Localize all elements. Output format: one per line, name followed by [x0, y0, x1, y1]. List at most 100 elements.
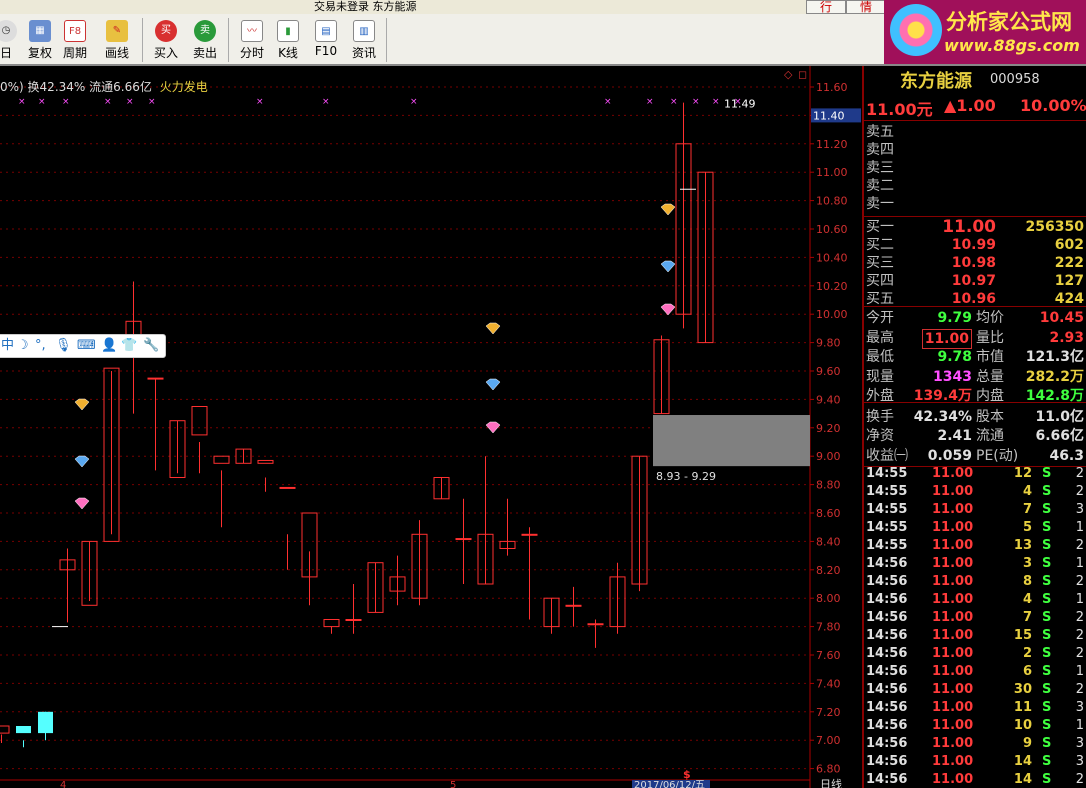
tick-price: 11.00 — [932, 520, 974, 535]
stat-row: 今开 9.79 均价 10.45 — [864, 309, 1086, 327]
tick-count: 3 — [1075, 502, 1084, 517]
logo-url: www.88gs.com — [944, 36, 1080, 55]
tick-side: S — [1042, 772, 1052, 787]
stat-value: 0.059 — [927, 447, 972, 464]
input-method-bar[interactable]: 中 ☽ °, 🎙 ⌨ 👤 👕 🔧 — [0, 334, 166, 358]
kline-button[interactable]: ▮ K线 — [268, 20, 308, 61]
tick-side: S — [1042, 466, 1052, 481]
tick-price: 11.00 — [932, 772, 974, 787]
tick-price: 11.00 — [932, 646, 974, 661]
price-axis-label: 10.20 — [816, 280, 848, 293]
tick-volume: 10 — [1013, 718, 1032, 733]
price-change: ▲1.00 — [944, 96, 996, 115]
rights-button[interactable]: ▦ 复权 — [20, 20, 60, 61]
tick-volume: 3 — [1022, 556, 1032, 571]
timeshare-button[interactable]: 〰分时 — [232, 20, 272, 61]
news-label: 资讯 — [351, 46, 376, 60]
tick-volume: 12 — [1013, 466, 1032, 481]
tick-row: 14:55 11.00 13 S 2 — [864, 537, 1086, 555]
cross-marker-icon: × — [734, 97, 742, 107]
stat-label: 净资 — [866, 428, 894, 444]
tick-price: 11.00 — [932, 592, 974, 607]
buy-button[interactable]: 买买入 — [146, 20, 186, 61]
sell-label: 卖出 — [192, 46, 217, 60]
f10-button[interactable]: ▤ F10 — [306, 20, 346, 58]
tick-time: 14:56 — [866, 592, 908, 607]
tick-row: 14:56 11.00 9 S 3 — [864, 735, 1086, 753]
tick-volume: 9 — [1022, 736, 1032, 751]
s-marker: $ — [683, 768, 691, 781]
day-label: 日 — [0, 46, 12, 60]
cross-marker-icon: × — [604, 97, 612, 107]
candlestick-icon: ▮ — [277, 20, 299, 42]
tick-row: 14:56 11.00 4 S 1 — [864, 591, 1086, 609]
tick-price: 11.00 — [932, 664, 974, 679]
tick-count: 2 — [1075, 610, 1084, 625]
line-chart-icon: 〰 — [241, 20, 263, 42]
tick-count: 2 — [1075, 682, 1084, 697]
kline-chart[interactable]: 11.60 11.40 11.20 11.00 10.80 10.60 10.40 10.20… — [0, 66, 862, 788]
draw-button[interactable]: ✎ 画线 — [97, 20, 137, 61]
bid-price: 10.99 — [951, 237, 996, 253]
time-mark: 4 — [60, 780, 66, 788]
indicator-turnover: 换42.34% — [27, 80, 86, 94]
price-axis-label: 7.20 — [816, 706, 841, 719]
tick-row: 14:55 11.00 7 S 3 — [864, 501, 1086, 519]
stat-label: 股本 — [976, 408, 1004, 425]
keyboard-icon[interactable]: ⌨ — [77, 335, 96, 357]
tick-side: S — [1042, 682, 1052, 697]
tick-price: 11.00 — [932, 538, 974, 553]
price-axis-label: 7.40 — [816, 677, 841, 690]
punctuation-icon[interactable]: °, — [35, 335, 46, 357]
tick-volume: 14 — [1013, 754, 1032, 769]
candle-up — [521, 533, 538, 536]
tick-count: 1 — [1075, 592, 1084, 607]
stat-value: 6.66亿 — [1035, 428, 1084, 444]
logo-title: 分析家公式网 — [946, 10, 1072, 34]
tick-side: S — [1042, 520, 1052, 535]
tick-side: S — [1042, 700, 1052, 715]
bid-level-label: 买二 — [866, 237, 894, 253]
tick-price: 11.00 — [932, 682, 974, 697]
cross-marker-icon: × — [148, 97, 156, 107]
last-price: 11.00元 — [866, 100, 933, 119]
range-label: 8.93 - 9.29 — [656, 470, 716, 483]
stat-label: 现量 — [866, 368, 894, 385]
tick-count: 3 — [1075, 736, 1084, 751]
window-title: 交易未登录 东方能源 — [314, 0, 417, 13]
chinese-mode-icon[interactable]: 中 — [1, 335, 14, 357]
tick-side: S — [1042, 592, 1052, 607]
bid-price: 11.00 — [942, 217, 996, 237]
period-button[interactable]: F8 周期 — [55, 20, 95, 61]
tab-hangqing-1[interactable]: 行 — [806, 0, 846, 14]
news-button[interactable]: ▥ 资讯 — [344, 20, 384, 61]
cross-marker-icon: × — [256, 97, 264, 107]
tab-hangqing-2[interactable]: 情 — [846, 0, 886, 14]
ask-level-label: 卖一 — [866, 196, 894, 212]
tick-row: 14:55 11.00 5 S 1 — [864, 519, 1086, 537]
microphone-icon[interactable]: 🎙 — [55, 335, 72, 357]
tick-volume: 14 — [1013, 772, 1032, 787]
moon-icon[interactable]: ☽ — [17, 335, 29, 357]
stat-label: 最低 — [866, 349, 894, 365]
bid-volume: 256350 — [1025, 219, 1084, 235]
tick-time: 14:55 — [866, 502, 908, 517]
sell-button[interactable]: 卖卖出 — [185, 20, 225, 61]
tick-side: S — [1042, 556, 1052, 571]
shirt-icon[interactable]: 👕 — [121, 335, 137, 357]
tick-count: 1 — [1075, 556, 1084, 571]
tick-side: S — [1042, 736, 1052, 751]
cross-marker-icon: × — [692, 97, 700, 107]
tick-volume: 2 — [1022, 646, 1032, 661]
tick-time: 14:56 — [866, 628, 908, 643]
tick-count: 2 — [1075, 628, 1084, 643]
ask-level-label: 卖三 — [866, 160, 894, 176]
price-axis-label: 10.40 — [816, 251, 848, 264]
wrench-icon[interactable]: 🔧 — [143, 335, 159, 357]
cross-marker-icon: × — [126, 97, 134, 107]
toolbar-divider — [142, 18, 143, 62]
pen-icon: ✎ — [106, 20, 128, 42]
user-icon[interactable]: 👤 — [101, 335, 117, 357]
ask-level-label: 卖五 — [866, 124, 894, 140]
stat-label: 换手 — [866, 408, 894, 425]
